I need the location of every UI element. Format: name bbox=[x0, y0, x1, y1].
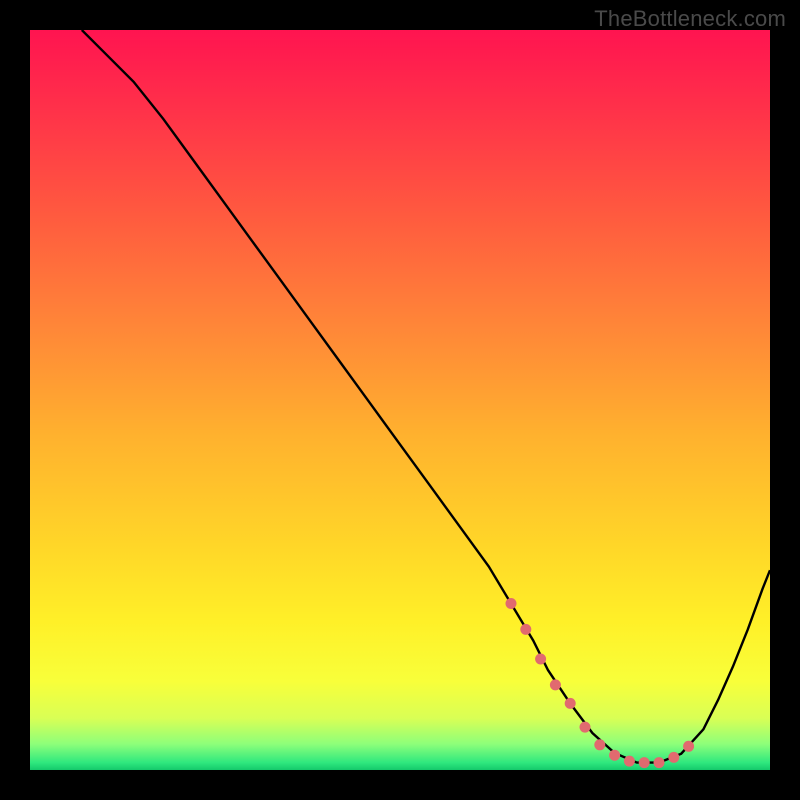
highlight-dot bbox=[624, 756, 635, 767]
highlight-dot bbox=[683, 741, 694, 752]
highlight-dot bbox=[609, 750, 620, 761]
highlight-dot bbox=[535, 654, 546, 665]
chart-frame bbox=[30, 30, 770, 770]
highlight-dot bbox=[506, 598, 517, 609]
highlight-dot bbox=[639, 757, 650, 768]
highlight-dot bbox=[580, 722, 591, 733]
highlight-dot bbox=[594, 739, 605, 750]
chart-background bbox=[30, 30, 770, 770]
bottleneck-chart bbox=[30, 30, 770, 770]
highlight-dot bbox=[520, 624, 531, 635]
highlight-dot bbox=[565, 698, 576, 709]
highlight-dot bbox=[668, 752, 679, 763]
watermark-text: TheBottleneck.com bbox=[594, 6, 786, 32]
highlight-dot bbox=[654, 757, 665, 768]
highlight-dot bbox=[550, 679, 561, 690]
